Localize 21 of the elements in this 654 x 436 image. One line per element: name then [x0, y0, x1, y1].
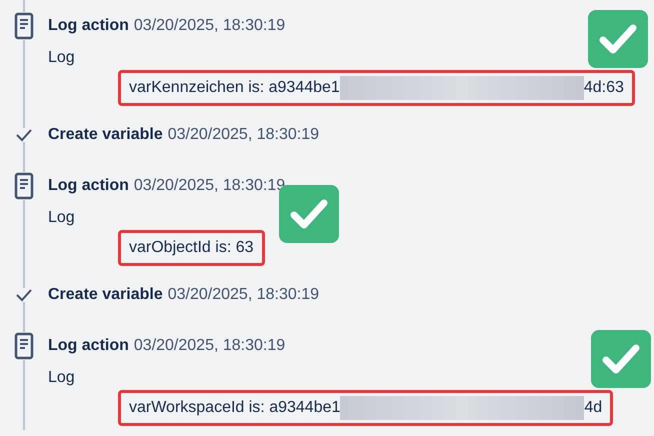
step-title: Log action: [48, 176, 129, 196]
step-title: Log action: [48, 16, 129, 36]
document-icon: [14, 332, 34, 360]
step-title: Create variable: [48, 125, 163, 145]
step-time: 03/20/2025, 18:30:19: [168, 125, 319, 145]
document-icon: [14, 12, 34, 40]
log-label: Log: [48, 368, 76, 388]
step-title: Create variable: [48, 285, 163, 305]
log-value: varObjectId is: 63: [118, 230, 264, 266]
step-time: 03/20/2025, 18:30:19: [168, 285, 319, 305]
check-icon: [15, 288, 33, 302]
check-icon: [15, 128, 33, 142]
document-icon: [14, 172, 34, 200]
step-time: 03/20/2025, 18:30:19: [134, 336, 286, 356]
log-label: Log: [48, 208, 76, 228]
step-time: 03/20/2025, 18:30:19: [134, 16, 286, 36]
log-value: varKennzeichen is: a9344be1 4d:63: [118, 70, 635, 106]
log-value: varWorkspaceId is: a9344be1 4d: [118, 390, 614, 426]
step-title: Log action: [48, 336, 129, 356]
log-label: Log: [48, 48, 76, 68]
step-time: 03/20/2025, 18:30:19: [134, 176, 286, 196]
